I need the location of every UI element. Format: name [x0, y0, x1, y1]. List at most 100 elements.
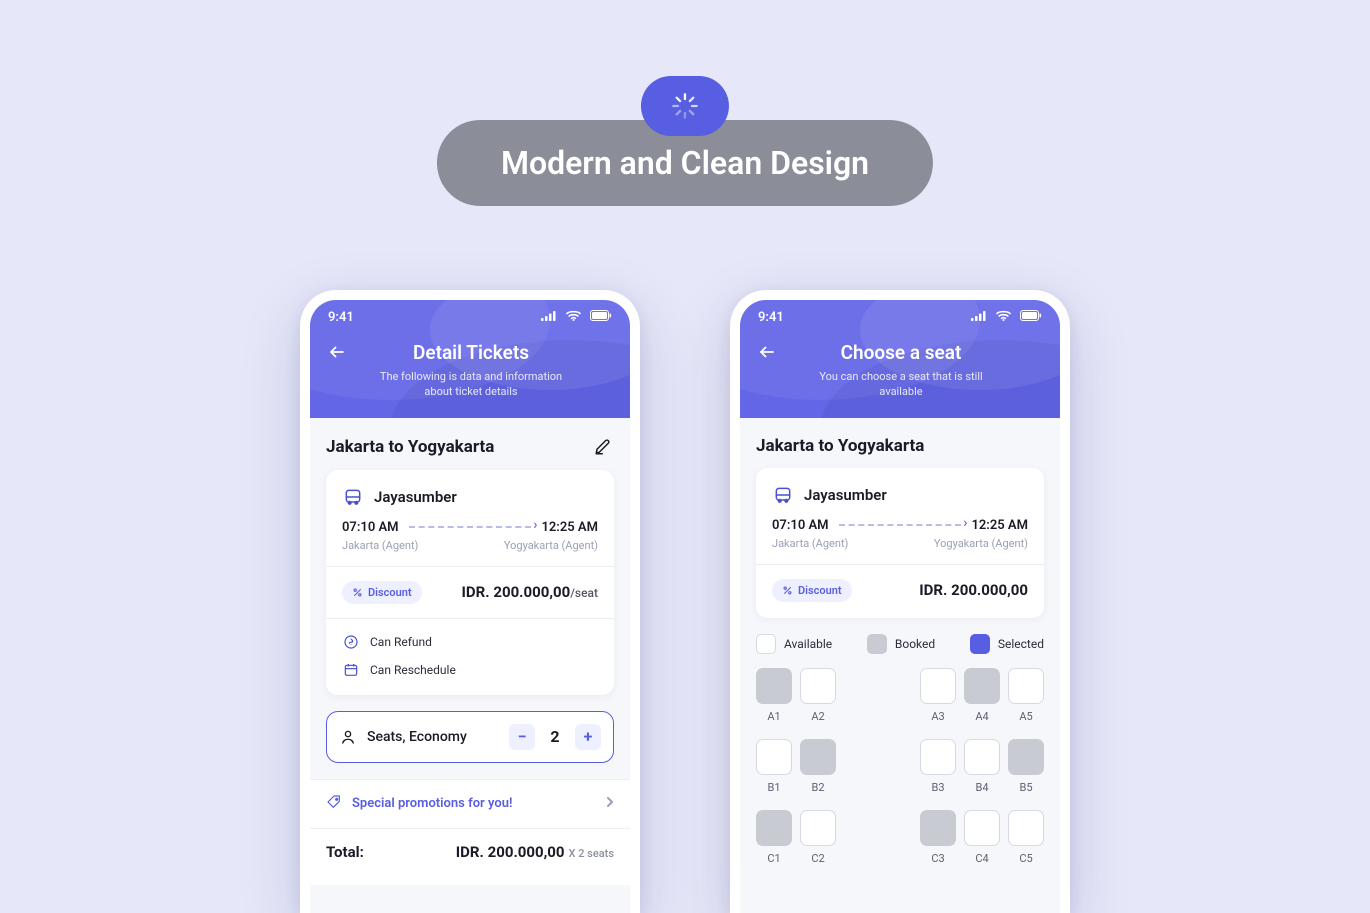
tag-icon [326, 794, 342, 814]
seat-cell: A5 [1008, 668, 1044, 723]
person-icon [339, 728, 357, 746]
seat-b1[interactable] [756, 739, 792, 775]
seat-cell: C2 [800, 810, 836, 865]
seat-cell: C4 [964, 810, 1000, 865]
seat-cell: B1 [756, 739, 792, 794]
promo-row[interactable]: Special promotions for you! [326, 794, 614, 814]
increment-button[interactable]: + [575, 724, 601, 750]
seat-c3 [920, 810, 956, 846]
seat-label: A4 [975, 710, 988, 723]
statusbar-icons [535, 310, 612, 325]
refund-icon [342, 633, 360, 651]
seat-b4[interactable] [964, 739, 1000, 775]
seat-row: B1 B2 B3 B4 B5 [756, 739, 1044, 794]
price-value: IDR. 200.000,00 [919, 581, 1028, 599]
seat-a3[interactable] [920, 668, 956, 704]
seat-label: A2 [811, 710, 824, 723]
seat-label: A3 [931, 710, 944, 723]
signal-icon [541, 310, 560, 325]
seat-c2[interactable] [800, 810, 836, 846]
seat-row: A1 A2 A3 A4 A5 [756, 668, 1044, 723]
seat-a4 [964, 668, 1000, 704]
discount-label: Discount [798, 584, 842, 597]
swatch-available [756, 634, 776, 654]
seat-label: B4 [975, 781, 988, 794]
percent-icon [352, 587, 363, 598]
statusbar-icons [965, 310, 1042, 325]
seat-label: B3 [931, 781, 944, 794]
statusbar: 9:41 [740, 300, 1060, 329]
operator-name: Jayasumber [374, 488, 457, 506]
seat-cell: A1 [756, 668, 792, 723]
depart-time: 07:10 AM [342, 520, 399, 535]
phone-choose-seat: 9:41 [730, 290, 1070, 913]
price-suffix: /seat [570, 586, 598, 600]
seat-label: C2 [811, 852, 824, 865]
statusbar: 9:41 [310, 300, 630, 329]
seat-cell: C3 [920, 810, 956, 865]
swatch-selected [970, 634, 990, 654]
seats-label: Seats, Economy [367, 729, 499, 745]
seat-selector[interactable]: Seats, Economy − 2 + [326, 711, 614, 763]
seat-legend: Available Booked Selected [756, 634, 1044, 654]
edit-route-button[interactable] [592, 436, 614, 458]
discount-chip[interactable]: Discount [772, 579, 852, 602]
back-button[interactable] [758, 343, 776, 366]
percent-icon [782, 585, 793, 596]
seat-a5[interactable] [1008, 668, 1044, 704]
seat-cluster: B3 B4 B5 [920, 739, 1044, 794]
chevron-right-icon [606, 796, 614, 812]
statusbar-time: 9:41 [758, 310, 784, 325]
seat-label: C3 [931, 852, 944, 865]
seat-cell: A4 [964, 668, 1000, 723]
seat-b3[interactable] [920, 739, 956, 775]
seat-b5 [1008, 739, 1044, 775]
arrive-agent: Yogyakarta (Agent) [504, 539, 598, 552]
seat-b2 [800, 739, 836, 775]
seat-label: A5 [1019, 710, 1032, 723]
seat-label: C4 [975, 852, 988, 865]
signal-icon [971, 310, 990, 325]
seat-label: B1 [767, 781, 780, 794]
wifi-icon [566, 310, 584, 325]
phone1-header: 9:41 [310, 300, 630, 418]
total-row: Total: IDR. 200.000,00X 2 seats [310, 829, 630, 885]
time-row: 07:10 AM 12:25 AM [342, 520, 598, 535]
seat-cell: B3 [920, 739, 956, 794]
phone-detail-tickets: 9:41 [300, 290, 640, 913]
seat-label: B2 [811, 781, 824, 794]
calendar-icon [342, 661, 360, 679]
bus-icon [342, 486, 364, 508]
seat-cluster: A1 A2 [756, 668, 836, 723]
depart-time: 07:10 AM [772, 518, 829, 533]
time-row: 07:10 AM 12:25 AM [772, 518, 1028, 533]
hero-badge [641, 76, 729, 136]
spinner-icon [671, 92, 699, 120]
bus-icon [772, 484, 794, 506]
depart-agent: Jakarta (Agent) [342, 539, 418, 552]
route-line [409, 526, 532, 528]
arrive-time: 12:25 AM [971, 518, 1028, 533]
depart-agent: Jakarta (Agent) [772, 537, 848, 550]
battery-icon [590, 310, 612, 325]
arrive-agent: Yogyakarta (Agent) [934, 537, 1028, 550]
seat-c5[interactable] [1008, 810, 1044, 846]
perk-reschedule: Can Reschedule [342, 661, 598, 679]
back-button[interactable] [328, 343, 346, 366]
statusbar-time: 9:41 [328, 310, 354, 325]
seat-row: C1C2C3C4C5 [756, 810, 1044, 865]
seat-cell: B5 [1008, 739, 1044, 794]
seat-c4[interactable] [964, 810, 1000, 846]
discount-chip[interactable]: Discount [342, 581, 422, 604]
seat-cell: B4 [964, 739, 1000, 794]
ticket-card: Jayasumber 07:10 AM 12:25 AM Jakarta (Ag… [326, 470, 614, 695]
seat-a2[interactable] [800, 668, 836, 704]
perk-refund: Can Refund [342, 633, 598, 651]
seat-c1 [756, 810, 792, 846]
total-label: Total: [326, 843, 364, 861]
seat-a1 [756, 668, 792, 704]
seat-count: 2 [545, 727, 565, 746]
phone2-header: 9:41 [740, 300, 1060, 418]
total-price: IDR. 200.000,00 [456, 843, 565, 861]
decrement-button[interactable]: − [509, 724, 535, 750]
